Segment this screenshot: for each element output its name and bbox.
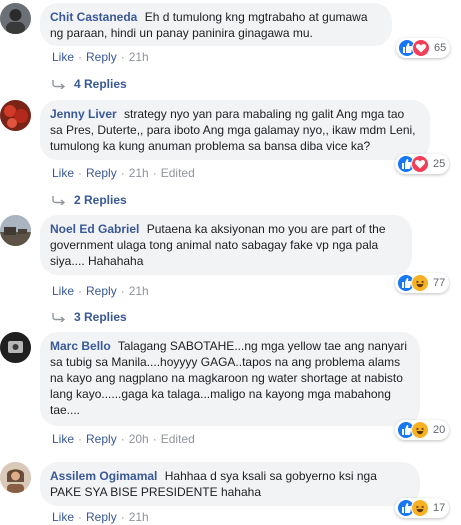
reply-button[interactable]: Reply [86, 50, 117, 64]
reactions-summary[interactable]: 17 [395, 498, 450, 518]
avatar[interactable] [0, 462, 31, 493]
comment-author[interactable]: Marc Bello [50, 339, 111, 353]
reaction-count: 25 [433, 158, 446, 170]
like-button[interactable]: Like [52, 284, 74, 298]
reaction-count: 77 [433, 277, 446, 289]
view-replies-link[interactable]: 3 Replies [52, 310, 127, 324]
comment-actions: Like · Reply · 21h · Edited [52, 166, 195, 180]
reaction-count: 17 [433, 502, 446, 514]
avatar[interactable] [0, 100, 31, 131]
love-icon [412, 39, 430, 57]
timestamp[interactable]: 21h [129, 50, 149, 64]
edited-label[interactable]: Edited [161, 432, 195, 446]
timestamp[interactable]: 21h [129, 284, 149, 298]
like-button[interactable]: Like [52, 432, 74, 446]
avatar[interactable] [0, 215, 31, 246]
reply-button[interactable]: Reply [86, 510, 117, 524]
reactions-summary[interactable]: 25 [395, 154, 450, 174]
haha-icon [411, 274, 429, 292]
comment-bubble: Chit Castaneda Eh d tumulong kng mgtraba… [40, 3, 392, 46]
comment-bubble: Noel Ed Gabriel Putaena ka aksiyonan mo … [40, 215, 412, 275]
comment-author[interactable]: Assilem Ogimamal [50, 469, 157, 483]
reply-button[interactable]: Reply [86, 166, 117, 180]
comment-author[interactable]: Jenny Liver [50, 107, 117, 121]
reaction-count: 65 [434, 42, 447, 54]
edited-label[interactable]: Edited [161, 166, 195, 180]
comment-bubble: Jenny Liver strategy nyo yan para mabali… [40, 100, 430, 160]
timestamp[interactable]: 21h [129, 510, 149, 524]
replies-label: 3 Replies [74, 310, 127, 324]
reply-arrow-icon [52, 196, 66, 205]
haha-icon [411, 421, 429, 439]
reactions-summary[interactable]: 65 [396, 38, 451, 58]
comment-actions: Like · Reply · 21h [52, 284, 149, 298]
reply-arrow-icon [52, 313, 66, 322]
view-replies-link[interactable]: 4 Replies [52, 77, 127, 91]
avatar[interactable] [0, 332, 31, 363]
reply-arrow-icon [52, 80, 66, 89]
view-replies-link[interactable]: 2 Replies [52, 193, 127, 207]
comment-actions: Like · Reply · 21h [52, 50, 149, 64]
reaction-count: 20 [433, 424, 446, 436]
reactions-summary[interactable]: 20 [395, 420, 450, 440]
love-icon [411, 155, 429, 173]
comment-author[interactable]: Chit Castaneda [50, 10, 137, 24]
comment-bubble: Assilem Ogimamal Hahhaa d sya ksali sa g… [40, 462, 420, 506]
comment-author[interactable]: Noel Ed Gabriel [50, 222, 139, 236]
reactions-summary[interactable]: 77 [395, 273, 450, 293]
avatar[interactable] [0, 3, 31, 34]
reply-button[interactable]: Reply [86, 284, 117, 298]
timestamp[interactable]: 20h [129, 432, 149, 446]
like-button[interactable]: Like [52, 166, 74, 180]
comment-actions: Like · Reply · 20h · Edited [52, 432, 195, 446]
replies-label: 4 Replies [74, 77, 127, 91]
like-button[interactable]: Like [52, 510, 74, 524]
haha-icon [411, 499, 429, 517]
replies-label: 2 Replies [74, 193, 127, 207]
comment-actions: Like · Reply · 21h [52, 510, 149, 524]
reply-button[interactable]: Reply [86, 432, 117, 446]
like-button[interactable]: Like [52, 50, 74, 64]
timestamp[interactable]: 21h [129, 166, 149, 180]
comment-bubble: Marc Bello Talagang SABOTAHE...ng mga ye… [40, 332, 420, 426]
